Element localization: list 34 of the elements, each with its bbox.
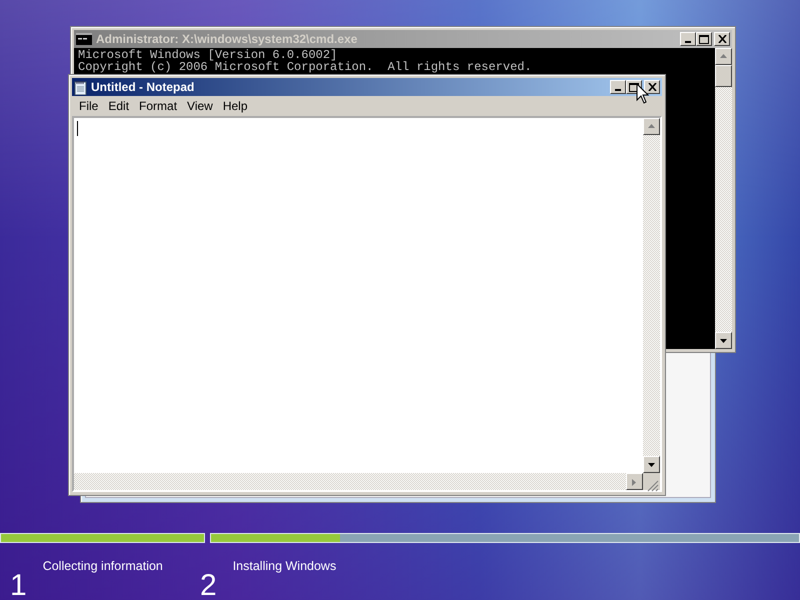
maximize-icon (629, 82, 639, 92)
menu-item[interactable]: Format (134, 97, 182, 115)
close-button[interactable] (644, 80, 660, 94)
size-grip[interactable] (643, 473, 660, 490)
minimize-button[interactable] (610, 80, 626, 94)
notepad-icon (74, 80, 87, 94)
text-cursor (77, 121, 78, 136)
mouse-pointer-icon (636, 83, 649, 104)
window-title: Untitled - Notepad (91, 79, 194, 96)
scroll-up-button[interactable] (643, 118, 660, 135)
scroll-up-button[interactable] (715, 48, 732, 65)
close-icon (648, 83, 656, 91)
scroll-down-button[interactable] (643, 456, 660, 473)
menu-item[interactable]: Help (218, 97, 253, 115)
scroll-thumb[interactable] (715, 65, 732, 87)
close-icon (718, 35, 726, 43)
menu-item[interactable]: View (182, 97, 218, 115)
scroll-down-button[interactable] (715, 332, 732, 349)
menu-item[interactable]: Edit (103, 97, 134, 115)
down-arrow-icon (718, 336, 729, 345)
menu-item[interactable]: File (74, 97, 104, 115)
down-arrow-icon (646, 460, 657, 469)
up-arrow-icon (718, 52, 729, 61)
console-text: Copyright (c) 2006 Microsoft Corporation. All rights reserved. (78, 61, 533, 73)
scroll-right-button[interactable] (626, 473, 643, 490)
window-title: Administrator: X:\windows\system32\cmd.exe (96, 31, 358, 48)
up-arrow-icon (646, 122, 657, 131)
console-icon (76, 33, 92, 45)
maximize-icon (699, 34, 709, 44)
step-number: 2 (200, 571, 217, 600)
console-text: Microsoft Windows [Version 6.0.6002] (78, 49, 338, 61)
step-number: 1 (10, 571, 27, 600)
step-label: Installing Windows (232, 558, 336, 575)
step-label: Collecting information (42, 558, 163, 575)
